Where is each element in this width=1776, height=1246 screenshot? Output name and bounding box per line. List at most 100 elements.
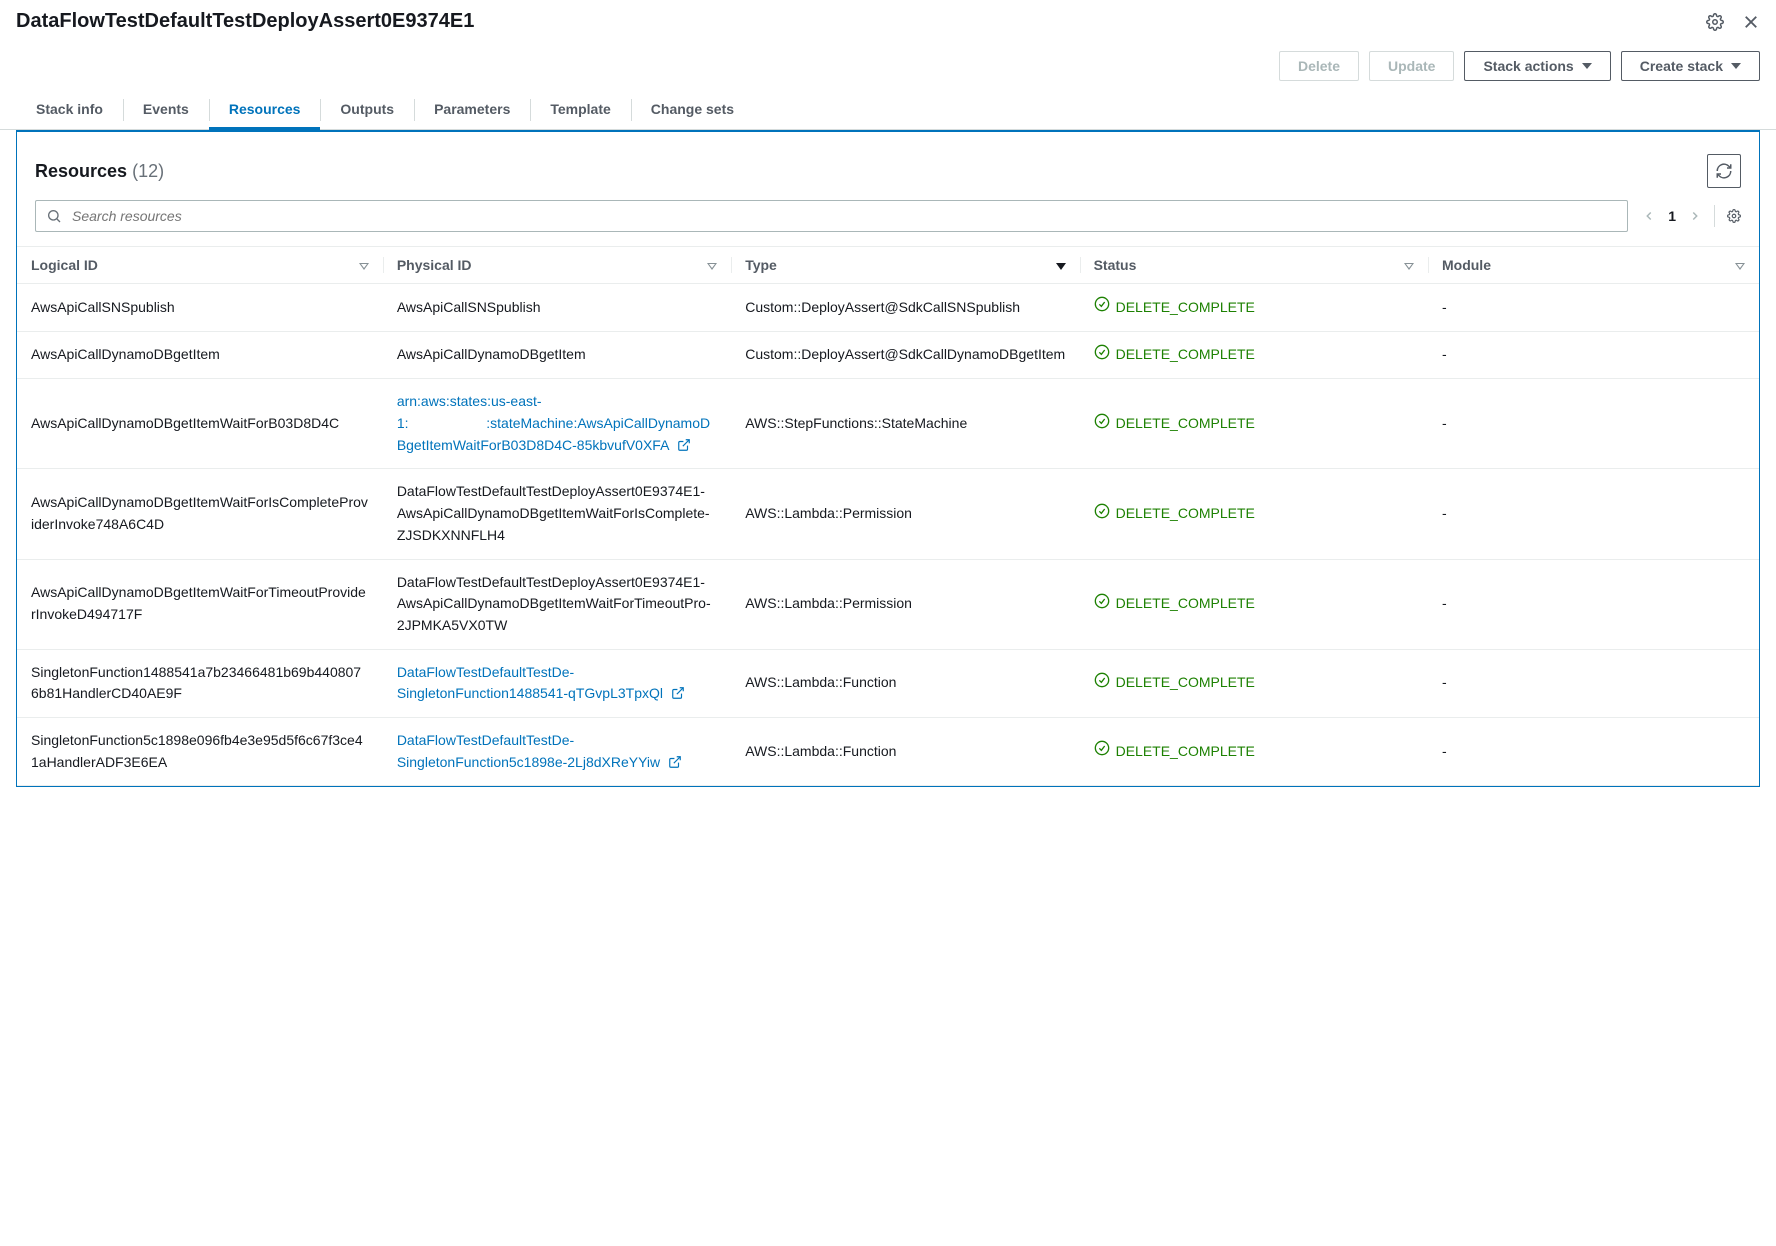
cell-status: DELETE_COMPLETE (1080, 379, 1428, 469)
check-circle-icon (1094, 503, 1110, 526)
create-stack-button[interactable]: Create stack (1621, 51, 1760, 81)
col-status-label: Status (1094, 257, 1137, 273)
cell-module: - (1428, 559, 1759, 649)
cell-physical-id[interactable]: DataFlowTestDefaultTestDe-SingletonFunct… (383, 649, 731, 717)
page-number: 1 (1668, 208, 1676, 224)
search-input[interactable] (70, 207, 1617, 225)
stack-actions-label: Stack actions (1483, 58, 1573, 74)
cell-status: DELETE_COMPLETE (1080, 717, 1428, 785)
status-text: DELETE_COMPLETE (1116, 672, 1255, 694)
table-row: AwsApiCallDynamoDBgetItemWaitForB03D8D4C… (17, 379, 1759, 469)
tab-change-sets[interactable]: Change sets (631, 91, 754, 129)
resources-heading: Resources (12) (35, 161, 164, 182)
sort-icon (1404, 263, 1414, 270)
col-physical-id[interactable]: Physical ID (383, 247, 731, 284)
col-type-label: Type (745, 257, 777, 273)
caret-down-icon (1582, 63, 1592, 69)
check-circle-icon (1094, 740, 1110, 763)
cell-physical-id: AwsApiCallSNSpublish (383, 284, 731, 332)
cell-type: AWS::Lambda::Permission (731, 469, 1079, 559)
status-text: DELETE_COMPLETE (1116, 413, 1255, 435)
cell-logical-id: AwsApiCallDynamoDBgetItemWaitForB03D8D4C (17, 379, 383, 469)
check-circle-icon (1094, 593, 1110, 616)
caret-down-icon (1731, 63, 1741, 69)
col-module-label: Module (1442, 257, 1491, 273)
cell-type: Custom::DeployAssert@SdkCallSNSpublish (731, 284, 1079, 332)
cell-module: - (1428, 331, 1759, 379)
cell-module: - (1428, 649, 1759, 717)
cell-module: - (1428, 469, 1759, 559)
resources-title-text: Resources (35, 161, 127, 181)
status-text: DELETE_COMPLETE (1116, 741, 1255, 763)
cell-status: DELETE_COMPLETE (1080, 469, 1428, 559)
sort-icon-active (1056, 263, 1066, 270)
create-stack-label: Create stack (1640, 58, 1723, 74)
table-row: AwsApiCallDynamoDBgetItemWaitForIsComple… (17, 469, 1759, 559)
tab-template[interactable]: Template (530, 91, 630, 129)
divider (1714, 205, 1715, 227)
status-text: DELETE_COMPLETE (1116, 503, 1255, 525)
physical-id-link[interactable]: DataFlowTestDefaultTestDe-SingletonFunct… (397, 664, 685, 702)
refresh-button[interactable] (1707, 154, 1741, 188)
external-link-icon (673, 437, 691, 453)
cell-status: DELETE_COMPLETE (1080, 331, 1428, 379)
page-title: DataFlowTestDefaultTestDeployAssert0E937… (16, 10, 474, 33)
table-row: SingletonFunction1488541a7b23466481b69b4… (17, 649, 1759, 717)
stack-actions-button[interactable]: Stack actions (1464, 51, 1610, 81)
col-status[interactable]: Status (1080, 247, 1428, 284)
tab-stack-info[interactable]: Stack info (16, 91, 123, 129)
prev-page-icon[interactable] (1642, 209, 1656, 223)
physical-id-link[interactable]: arn:aws:states:us-east-1: :stateMachine:… (397, 393, 710, 452)
tab-outputs[interactable]: Outputs (320, 91, 414, 129)
cell-type: AWS::Lambda::Function (731, 717, 1079, 785)
status-text: DELETE_COMPLETE (1116, 344, 1255, 366)
col-logical-id[interactable]: Logical ID (17, 247, 383, 284)
col-physical-id-label: Physical ID (397, 257, 472, 273)
search-input-container[interactable] (35, 200, 1628, 232)
next-page-icon[interactable] (1688, 209, 1702, 223)
cell-status: DELETE_COMPLETE (1080, 284, 1428, 332)
close-icon[interactable] (1742, 13, 1760, 31)
cell-type: Custom::DeployAssert@SdkCallDynamoDBgetI… (731, 331, 1079, 379)
col-logical-id-label: Logical ID (31, 257, 98, 273)
status-text: DELETE_COMPLETE (1116, 593, 1255, 615)
cell-logical-id: AwsApiCallDynamoDBgetItemWaitForTimeoutP… (17, 559, 383, 649)
status-badge: DELETE_COMPLETE (1094, 344, 1255, 367)
gear-icon[interactable] (1706, 13, 1724, 31)
cell-physical-id: AwsApiCallDynamoDBgetItem (383, 331, 731, 379)
cell-logical-id: AwsApiCallSNSpublish (17, 284, 383, 332)
status-badge: DELETE_COMPLETE (1094, 740, 1255, 763)
sort-icon (1735, 263, 1745, 270)
table-row: AwsApiCallDynamoDBgetItemWaitForTimeoutP… (17, 559, 1759, 649)
table-settings-icon[interactable] (1727, 209, 1741, 223)
status-badge: DELETE_COMPLETE (1094, 296, 1255, 319)
tab-resources[interactable]: Resources (209, 91, 321, 129)
search-icon (46, 208, 62, 224)
status-badge: DELETE_COMPLETE (1094, 503, 1255, 526)
tab-events[interactable]: Events (123, 91, 209, 129)
table-row: AwsApiCallSNSpublishAwsApiCallSNSpublish… (17, 284, 1759, 332)
external-link-icon (667, 685, 685, 701)
tab-parameters[interactable]: Parameters (414, 91, 530, 129)
table-row: SingletonFunction5c1898e096fb4e3e95d5f6c… (17, 717, 1759, 785)
physical-id-link[interactable]: DataFlowTestDefaultTestDe-SingletonFunct… (397, 732, 682, 770)
table-row: AwsApiCallDynamoDBgetItemAwsApiCallDynam… (17, 331, 1759, 379)
cell-physical-id[interactable]: DataFlowTestDefaultTestDe-SingletonFunct… (383, 717, 731, 785)
cell-type: AWS::Lambda::Function (731, 649, 1079, 717)
cell-physical-id[interactable]: arn:aws:states:us-east-1: :stateMachine:… (383, 379, 731, 469)
col-type[interactable]: Type (731, 247, 1079, 284)
cell-logical-id: AwsApiCallDynamoDBgetItemWaitForIsComple… (17, 469, 383, 559)
col-module[interactable]: Module (1428, 247, 1759, 284)
cell-physical-id: DataFlowTestDefaultTestDeployAssert0E937… (383, 469, 731, 559)
cell-logical-id: SingletonFunction5c1898e096fb4e3e95d5f6c… (17, 717, 383, 785)
cell-logical-id: AwsApiCallDynamoDBgetItem (17, 331, 383, 379)
check-circle-icon (1094, 296, 1110, 319)
status-text: DELETE_COMPLETE (1116, 297, 1255, 319)
cell-type: AWS::StepFunctions::StateMachine (731, 379, 1079, 469)
resources-count: (12) (132, 161, 164, 181)
delete-button: Delete (1279, 51, 1359, 81)
cell-module: - (1428, 284, 1759, 332)
cell-logical-id: SingletonFunction1488541a7b23466481b69b4… (17, 649, 383, 717)
status-badge: DELETE_COMPLETE (1094, 413, 1255, 436)
check-circle-icon (1094, 413, 1110, 436)
